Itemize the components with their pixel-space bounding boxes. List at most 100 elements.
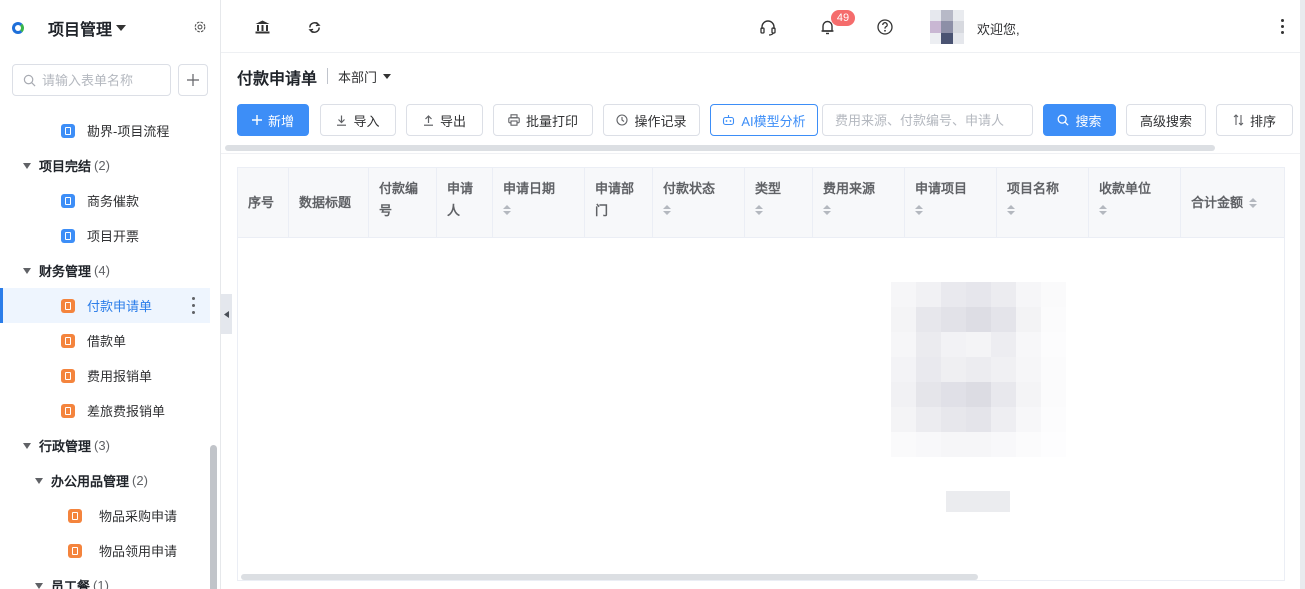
refresh-icon[interactable] [305, 18, 323, 36]
column-header-label: 申请项目 [915, 181, 968, 196]
tree-group-count: (4) [94, 263, 110, 278]
sidebar-scrollbar[interactable] [210, 445, 217, 589]
tree-group-count: (2) [132, 473, 148, 488]
caret-left-icon [224, 310, 229, 318]
sort-caret-icon[interactable] [823, 204, 831, 216]
tree-item-project-invoice[interactable]: 项目开票 [0, 218, 210, 253]
help-icon[interactable] [876, 18, 894, 36]
tree-group-label: 行政管理 [39, 439, 92, 454]
sort-caret-icon[interactable] [663, 204, 671, 216]
column-header-total-amount[interactable]: 合计金额 [1181, 168, 1284, 238]
caret-down-icon [23, 442, 31, 449]
caret-down-icon [23, 162, 31, 169]
tree-group-finance[interactable]: 财务管理 (4) [0, 253, 210, 288]
toolbar-divider [221, 153, 1305, 154]
table-horizontal-scrollbar[interactable] [241, 574, 978, 580]
dept-filter-dropdown[interactable]: 本部门 [338, 67, 392, 86]
gear-icon[interactable] [193, 20, 207, 34]
advanced-search-button[interactable]: 高级搜索 [1126, 104, 1206, 136]
form-tree: 勘界-项目流程 项目完结 (2) 商务催款 项目开票 财务管理 (4) 付款申请… [0, 113, 210, 589]
sort-caret-icon[interactable] [915, 204, 923, 216]
ai-analysis-button-label: AI模型分析 [741, 113, 806, 129]
add-form-button[interactable] [178, 64, 208, 96]
tree-item-payment-request[interactable]: 付款申请单 [0, 288, 210, 323]
tree-item-label: 商务催款 [87, 194, 140, 209]
tree-group-label: 财务管理 [39, 264, 92, 279]
table-header: 序号 数据标题 付款编号 申请人 申请日期 申请部门 付款状态 类型 费用来源 … [238, 168, 1284, 238]
tree-item-survey-flow[interactable]: 勘界-项目流程 [0, 113, 210, 148]
upload-icon [423, 114, 433, 126]
notification-count-badge: 49 [831, 10, 855, 26]
tree-item-loan[interactable]: 借款单 [0, 323, 210, 358]
import-button[interactable]: 导入 [320, 104, 396, 136]
brand[interactable]: 项目管理 [12, 14, 127, 42]
robot-icon [723, 115, 735, 126]
keyword-search-input[interactable] [822, 104, 1033, 136]
toolbar-horizontal-scrollbar[interactable] [225, 145, 1215, 151]
caret-down-icon [383, 74, 392, 79]
column-header-payment-status[interactable]: 付款状态 [653, 168, 745, 238]
batch-print-button[interactable]: 批量打印 [493, 104, 593, 136]
sort-caret-icon[interactable] [1099, 204, 1107, 216]
tree-item-label: 物品领用申请 [99, 544, 178, 559]
tree-group-admin[interactable]: 行政管理 (3) [0, 428, 210, 463]
column-header-department: 申请部门 [585, 168, 653, 238]
tree-item-purchase-request[interactable]: 物品采购申请 [0, 498, 210, 533]
headset-icon[interactable] [759, 18, 777, 36]
add-button[interactable]: 新增 [237, 104, 309, 136]
column-header-project-name[interactable]: 项目名称 [997, 168, 1089, 238]
tree-group-label: 员工餐 [51, 579, 91, 589]
add-button-label: 新增 [267, 113, 294, 129]
ai-analysis-button[interactable]: AI模型分析 [710, 104, 818, 136]
tree-item-usage-request[interactable]: 物品领用申请 [0, 533, 210, 568]
tree-group-office-supplies[interactable]: 办公用品管理 (2) [0, 463, 210, 498]
empty-state-illustration [891, 282, 1066, 457]
tree-group-project-completion[interactable]: 项目完结 (2) [0, 148, 210, 183]
sort-caret-icon[interactable] [503, 204, 511, 216]
column-header-label: 收款单位 [1099, 181, 1152, 196]
column-header-label: 申请部门 [595, 181, 635, 218]
window-edge-scrollbar[interactable] [1300, 0, 1305, 589]
column-header-label: 项目名称 [1007, 181, 1060, 196]
column-header-fee-source[interactable]: 费用来源 [813, 168, 905, 238]
sort-caret-icon[interactable] [1007, 204, 1015, 216]
tree-item-label: 费用报销单 [87, 369, 153, 384]
payment-request-table: 序号 数据标题 付款编号 申请人 申请日期 申请部门 付款状态 类型 费用来源 … [237, 167, 1285, 581]
sort-button[interactable]: 排序 [1216, 104, 1293, 136]
form-file-icon [61, 228, 75, 243]
company-logo [12, 19, 46, 37]
column-header-label: 费用来源 [823, 181, 876, 196]
tree-group-count: (2) [94, 158, 110, 173]
column-header-payment-no: 付款编号 [369, 168, 437, 238]
column-header-apply-date[interactable]: 申请日期 [493, 168, 585, 238]
tree-group-count: (1) [93, 578, 109, 589]
bank-icon[interactable] [253, 18, 271, 36]
sort-caret-icon[interactable] [755, 204, 763, 216]
tree-item-business-collection[interactable]: 商务催款 [0, 183, 210, 218]
search-button[interactable]: 搜索 [1043, 104, 1116, 136]
tree-group-staff-meal[interactable]: 员工餐 (1) [0, 568, 210, 589]
column-header-type[interactable]: 类型 [745, 168, 813, 238]
tree-item-label: 付款申请单 [87, 299, 153, 314]
column-header-label: 付款编号 [379, 181, 419, 218]
column-header-label: 申请日期 [503, 181, 556, 196]
dept-filter-value: 本部门 [338, 70, 378, 85]
more-vertical-icon[interactable] [1281, 19, 1285, 34]
column-header-label: 付款状态 [663, 181, 716, 196]
operation-log-button[interactable]: 操作记录 [603, 104, 700, 136]
column-header-apply-project[interactable]: 申请项目 [905, 168, 997, 238]
sidebar-collapse-toggle[interactable] [221, 294, 232, 334]
export-button-label: 导出 [439, 113, 466, 129]
more-vertical-icon[interactable] [192, 297, 196, 314]
form-file-icon [61, 333, 75, 348]
column-header-label: 序号 [248, 195, 275, 210]
user-avatar[interactable] [930, 10, 964, 44]
tree-item-travel-expense[interactable]: 差旅费报销单 [0, 393, 210, 428]
export-button[interactable]: 导出 [406, 104, 483, 136]
column-header-payee[interactable]: 收款单位 [1089, 168, 1181, 238]
form-file-icon [61, 403, 75, 418]
form-search-box[interactable] [12, 64, 171, 96]
sort-caret-icon[interactable] [1249, 197, 1258, 209]
tree-item-expense[interactable]: 费用报销单 [0, 358, 210, 393]
form-search-input[interactable] [42, 72, 167, 88]
